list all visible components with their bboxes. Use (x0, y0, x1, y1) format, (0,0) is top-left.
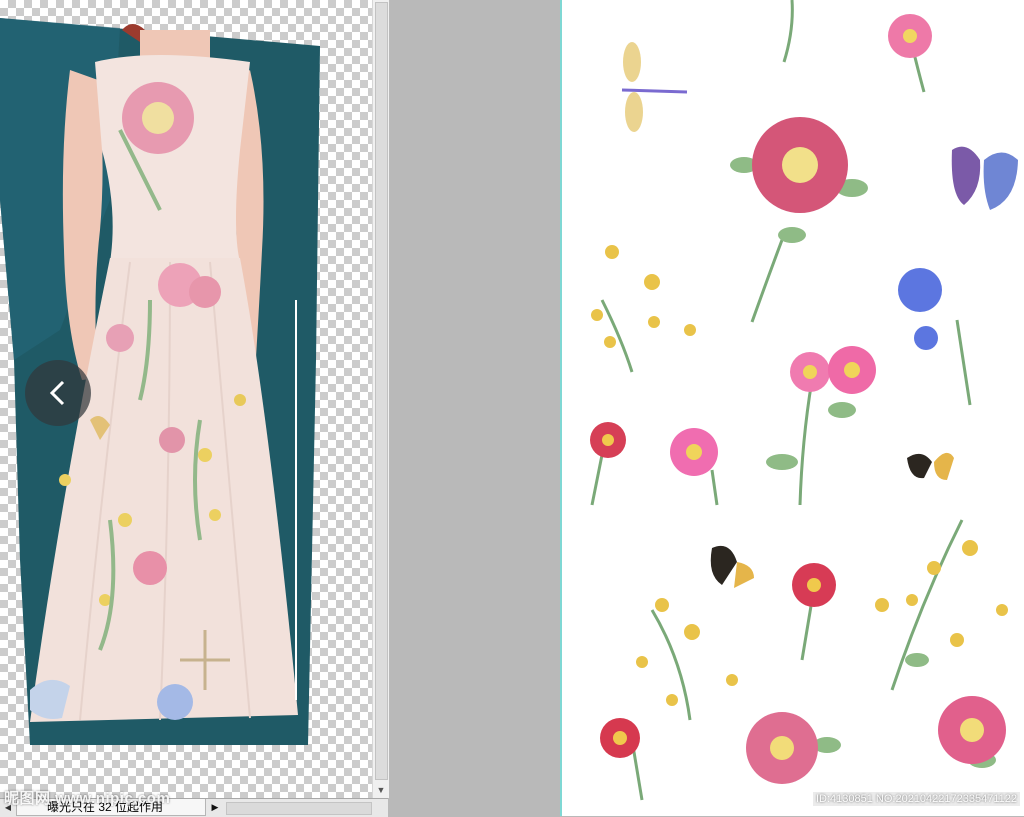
chevron-left-icon (49, 380, 65, 406)
previous-image-button[interactable] (25, 360, 91, 426)
scrollbar-thumb[interactable] (375, 2, 388, 780)
triangle-down-icon[interactable]: ▼ (373, 782, 389, 798)
floral-pattern (590, 0, 1018, 801)
right-document-canvas[interactable]: ID:4130851 NO:20210422172335471122 (560, 0, 1024, 816)
horizontal-scrollbar[interactable] (226, 802, 372, 815)
left-document-canvas[interactable] (0, 0, 372, 798)
watermark-right: ID:4130851 NO:20210422172335471122 (812, 792, 1020, 806)
status-menu-button[interactable]: ▶ (208, 801, 222, 814)
left-vertical-scrollbar[interactable]: ▼ (372, 0, 389, 798)
watermark-left: 昵图网 www.nipic.com (4, 790, 171, 807)
